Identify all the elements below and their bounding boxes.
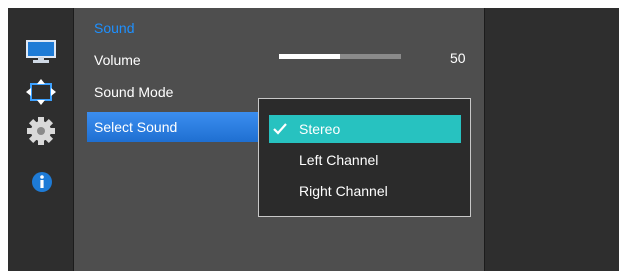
move-arrows-icon[interactable] — [26, 79, 56, 105]
volume-slider-fill — [279, 54, 340, 59]
select-sound-dropdown: Stereo Left Channel Right Channel — [258, 98, 471, 217]
option-label: Right Channel — [299, 183, 388, 199]
volume-slider[interactable] — [279, 54, 401, 59]
menu-item-volume[interactable]: Volume — [94, 52, 141, 68]
volume-value: 50 — [450, 50, 466, 66]
menu-item-select-sound[interactable]: Select Sound — [87, 112, 261, 142]
menu-item-label: Select Sound — [94, 119, 178, 135]
right-blank-area — [485, 8, 619, 271]
menu-title: Sound — [94, 20, 135, 36]
option-right-channel[interactable]: Right Channel — [269, 177, 461, 205]
menu-item-sound-mode[interactable]: Sound Mode — [94, 84, 173, 100]
option-left-channel[interactable]: Left Channel — [269, 146, 461, 174]
option-stereo[interactable]: Stereo — [269, 115, 461, 143]
info-icon[interactable] — [31, 171, 53, 193]
sidebar — [8, 8, 73, 271]
gear-icon[interactable] — [26, 116, 56, 146]
checkmark-icon — [273, 123, 287, 135]
option-label: Left Channel — [299, 152, 379, 168]
monitor-icon[interactable] — [26, 40, 56, 64]
option-label: Stereo — [299, 121, 341, 137]
